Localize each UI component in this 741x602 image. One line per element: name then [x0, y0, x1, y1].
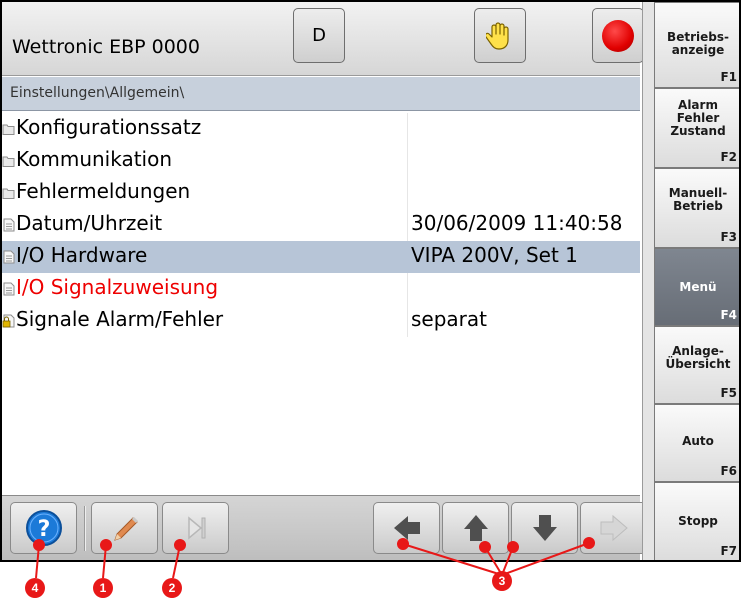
callout-marker-3: 3 [492, 571, 512, 591]
callout-marker-4: 4 [25, 578, 45, 598]
callout-lines [33, 537, 595, 579]
callout-marker-1: 1 [93, 578, 113, 598]
callout-marker-2: 2 [162, 578, 182, 598]
